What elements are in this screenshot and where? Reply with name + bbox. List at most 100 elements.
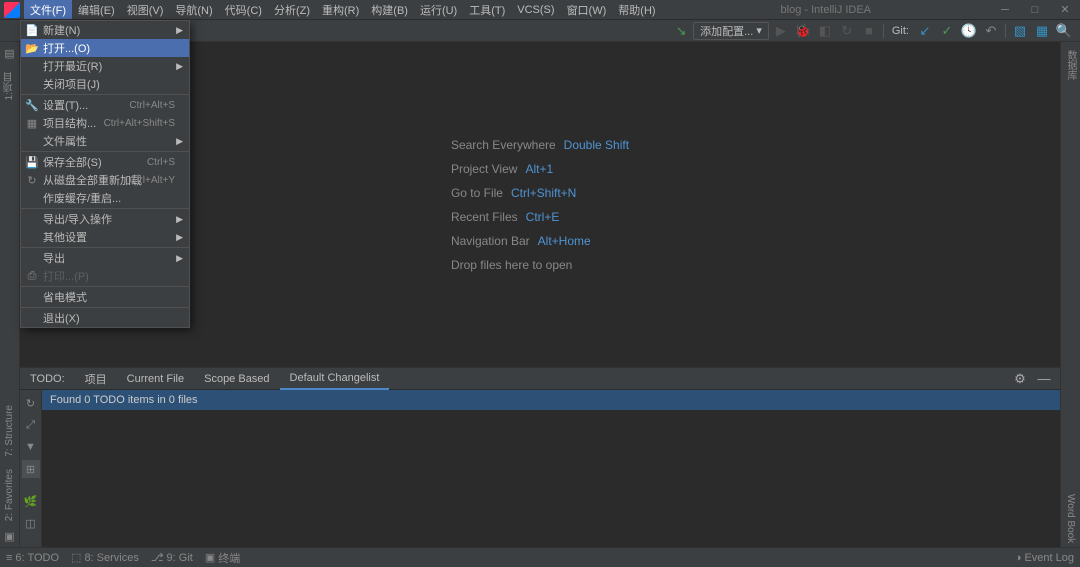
todo-tab-2[interactable]: Scope Based [194, 368, 279, 390]
todo-tab-0[interactable]: 项目 [75, 368, 117, 390]
menu-item-icon: 💾 [25, 156, 39, 169]
file-menu-dropdown: 📄新建(N)▶📂打开...(O)打开最近(R)▶关闭项目(J) 🔧设置(T)...… [20, 20, 190, 328]
todo-tab-1[interactable]: Current File [117, 368, 194, 390]
file-menu-item-7[interactable]: 文件属性▶ [21, 132, 189, 150]
debug-icon[interactable]: 🐞 [793, 21, 813, 41]
sidebar-favorites[interactable]: 2: Favorites [2, 465, 17, 525]
menu-item-label: 关闭项目(J) [43, 76, 100, 92]
run-config-dropdown[interactable]: 添加配置... ▾ [693, 22, 769, 40]
menu-item-label: 退出(X) [43, 310, 80, 326]
file-menu-item-10[interactable]: ↻从磁盘全部重新加载Ctrl+Alt+Y [21, 171, 189, 189]
git-history-icon[interactable]: 🕓 [959, 21, 979, 41]
todo-tab-3[interactable]: Default Changelist [280, 368, 390, 390]
close-button[interactable]: ✕ [1050, 0, 1080, 20]
menu-item-2[interactable]: 视图(V) [121, 0, 170, 19]
status-item-3[interactable]: ▣终端 [205, 550, 240, 566]
file-menu-item-13[interactable]: 导出/导入操作▶ [21, 210, 189, 228]
git-commit-icon[interactable]: ✓ [937, 21, 957, 41]
window-title: blog - IntelliJ IDEA [662, 4, 990, 16]
menu-item-icon: ↻ [25, 174, 39, 187]
file-menu-item-14[interactable]: 其他设置▶ [21, 228, 189, 246]
todo-settings-icon[interactable]: ⚙ [1010, 369, 1030, 389]
menu-item-label: 打印...(P) [43, 268, 89, 284]
file-menu-item-5[interactable]: 🔧设置(T)...Ctrl+Alt+S [21, 96, 189, 114]
menu-shortcut: Ctrl+S [147, 157, 175, 168]
right-toolwindow-bar: 数据库 Word Book [1060, 42, 1080, 547]
minimize-button[interactable]: ─ [990, 0, 1020, 20]
menu-item-6[interactable]: 重构(R) [316, 0, 365, 19]
hint-shortcut: Alt+1 [525, 162, 553, 176]
menu-item-5[interactable]: 分析(Z) [268, 0, 316, 19]
window-split-icon[interactable]: ▧ [1010, 21, 1030, 41]
menu-item-4[interactable]: 代码(C) [219, 0, 268, 19]
file-menu-item-2[interactable]: 打开最近(R)▶ [21, 57, 189, 75]
menu-separator [21, 286, 189, 287]
git-revert-icon[interactable]: ↶ [981, 21, 1001, 41]
search-icon[interactable]: 🔍 [1054, 21, 1074, 41]
todo-hide-icon[interactable]: — [1034, 369, 1054, 389]
menu-separator [21, 247, 189, 248]
status-item-0[interactable]: ≡6: TODO [6, 550, 59, 566]
file-menu-item-19[interactable]: 省电模式 [21, 288, 189, 306]
titlebar: 文件(F)编辑(E)视图(V)导航(N)代码(C)分析(Z)重构(R)构建(B)… [0, 0, 1080, 20]
menu-item-3[interactable]: 导航(N) [169, 0, 218, 19]
menu-item-1[interactable]: 编辑(E) [72, 0, 121, 19]
maximize-button[interactable]: □ [1020, 0, 1050, 20]
sidebar-structure[interactable]: 7: Structure [2, 401, 17, 461]
file-menu-item-11[interactable]: 作废缓存/重启... [21, 189, 189, 207]
file-menu-item-9[interactable]: 💾保存全部(S)Ctrl+S [21, 153, 189, 171]
menu-item-icon: 📄 [25, 24, 39, 37]
status-event-log[interactable]: ◑ Event Log [1015, 552, 1074, 564]
menu-item-icon: ⎙ [25, 270, 39, 283]
menu-separator [21, 151, 189, 152]
todo-filter-icon[interactable]: ▼ [22, 438, 40, 456]
todo-group-icon[interactable]: ⊞ [22, 460, 40, 478]
file-menu-item-1[interactable]: 📂打开...(O) [21, 39, 189, 57]
sidebar-project[interactable]: 1:项目 [0, 68, 19, 104]
menu-item-label: 其他设置 [43, 229, 87, 245]
coverage-icon[interactable]: ◧ [815, 21, 835, 41]
hint-row-1: Project ViewAlt+1 [451, 162, 629, 176]
file-menu-item-6[interactable]: ▦项目结构...Ctrl+Alt+Shift+S [21, 114, 189, 132]
hint-shortcut: Double Shift [564, 138, 629, 152]
menu-shortcut: Ctrl+Alt+Shift+S [104, 118, 175, 129]
hint-shortcut: Ctrl+E [526, 210, 560, 224]
git-update-icon[interactable]: ↙ [915, 21, 935, 41]
build-icon[interactable]: ↘ [671, 21, 691, 41]
sidebar-database[interactable]: 数据库 [1061, 46, 1080, 84]
project-tool-icon[interactable]: ▤ [1, 44, 19, 62]
file-menu-item-3[interactable]: 关闭项目(J) [21, 75, 189, 93]
run-icon[interactable]: ▶ [771, 21, 791, 41]
todo-expand-icon[interactable]: ⤢ [22, 416, 40, 434]
menu-item-label: 导出/导入操作 [43, 211, 112, 227]
file-menu-item-0[interactable]: 📄新建(N)▶ [21, 21, 189, 39]
bottom-toolwindows-icon[interactable]: ▣ [1, 527, 19, 545]
menu-item-12[interactable]: 帮助(H) [612, 0, 661, 19]
git-label: Git: [892, 25, 909, 37]
menu-item-11[interactable]: 窗口(W) [561, 0, 613, 19]
menu-item-label: 省电模式 [43, 289, 87, 305]
stop-icon[interactable]: ■ [859, 21, 879, 41]
menu-item-10[interactable]: VCS(S) [511, 0, 560, 19]
menu-item-0[interactable]: 文件(F) [24, 0, 72, 19]
menu-item-7[interactable]: 构建(B) [365, 0, 414, 19]
file-menu-item-21[interactable]: 退出(X) [21, 309, 189, 327]
status-item-2[interactable]: ⎇9: Git [151, 550, 193, 566]
file-menu-item-16[interactable]: 导出▶ [21, 249, 189, 267]
todo-header: TODO: 项目Current FileScope BasedDefault C… [20, 368, 1060, 390]
menu-item-9[interactable]: 工具(T) [463, 0, 511, 19]
submenu-arrow-icon: ▶ [176, 253, 183, 264]
profile-icon[interactable]: ↻ [837, 21, 857, 41]
menu-item-label: 打开...(O) [43, 40, 90, 56]
status-item-1[interactable]: ⬚8: Services [71, 550, 139, 566]
hint-row-0: Search EverywhereDouble Shift [451, 138, 629, 152]
hint-shortcut: Ctrl+Shift+N [511, 186, 576, 200]
todo-refresh-icon[interactable]: ↻ [22, 394, 40, 412]
menu-item-label: 文件属性 [43, 133, 87, 149]
todo-tree-icon[interactable]: 🌿 [22, 492, 40, 510]
sidebar-wordbook[interactable]: Word Book [1063, 490, 1078, 547]
todo-preview-icon[interactable]: ◫ [22, 514, 40, 532]
window-mode-icon[interactable]: ▦ [1032, 21, 1052, 41]
menu-item-8[interactable]: 运行(U) [414, 0, 463, 19]
menu-shortcut: Ctrl+Alt+S [129, 100, 175, 111]
